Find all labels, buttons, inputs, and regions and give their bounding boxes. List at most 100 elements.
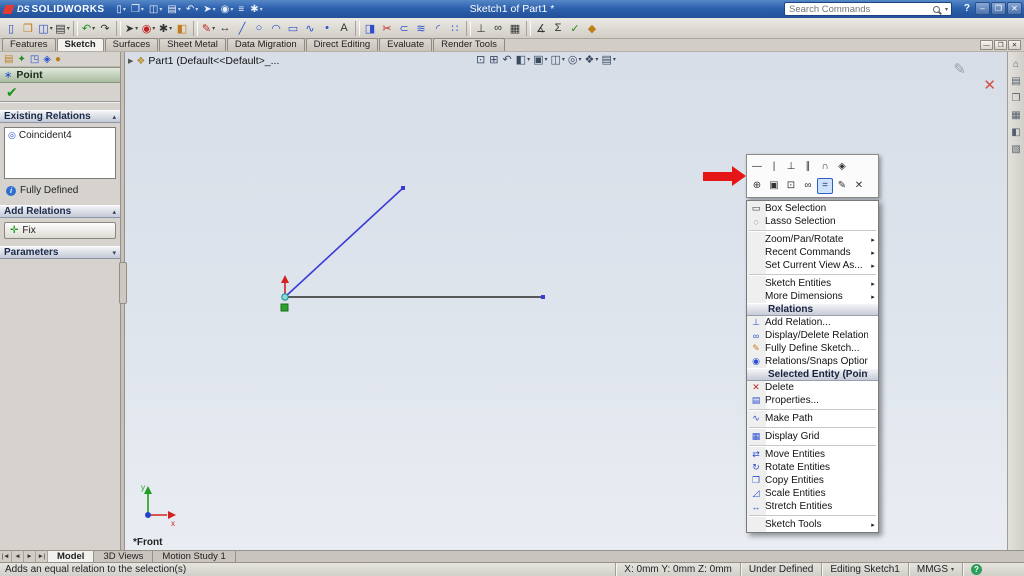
sketch-canvas[interactable]: x y <box>125 52 1024 550</box>
exit-sketch-close-icon[interactable]: ✕ <box>983 76 996 94</box>
custom-properties-icon[interactable]: ▧ <box>1011 144 1020 155</box>
parameters-header[interactable]: Parameters ▾ <box>0 246 120 259</box>
save-icon[interactable]: ◫▾ <box>147 2 164 17</box>
zoom-area-icon[interactable]: ⊡ <box>783 178 799 194</box>
add-relation-icon[interactable]: ⊥ <box>473 19 490 38</box>
search-commands-box[interactable]: ▾ <box>784 2 952 16</box>
sketch-line-diagonal[interactable] <box>285 188 403 297</box>
select-icon[interactable]: ➤▾ <box>123 19 140 38</box>
search-icon[interactable] <box>933 6 940 13</box>
context-menu-item[interactable]: ▭ Box Selection <box>747 202 878 215</box>
open-file-icon[interactable]: ❐ <box>20 19 37 38</box>
ribbon-tab[interactable]: Sketch <box>57 38 104 51</box>
line-icon[interactable]: ╱ <box>234 19 251 38</box>
context-menu-item[interactable]: ❐ Copy Entities <box>747 474 878 487</box>
display-style-icon[interactable]: ◫▾ <box>551 53 565 66</box>
rebuild-icon[interactable]: ◉▾ <box>219 2 236 17</box>
featuremanager-tab-icon[interactable]: ▤ <box>4 54 13 65</box>
minimize-button[interactable]: – <box>975 2 990 15</box>
prev-tab-button[interactable]: ◄ <box>12 551 24 562</box>
context-menu-item[interactable]: ⇄ Move Entities <box>747 448 878 461</box>
edit-appearance-icon[interactable]: ❖▾ <box>585 53 599 66</box>
context-menu-item[interactable]: ✎ Fully Define Sketch... <box>747 342 878 355</box>
search-input[interactable] <box>785 4 933 15</box>
previous-view-icon[interactable]: ↶ <box>502 53 512 66</box>
part-tree-label[interactable]: Part1 (Default<<Default>_... <box>148 55 279 67</box>
search-dropdown-icon[interactable]: ▾ <box>945 6 948 13</box>
context-menu-item[interactable]: Set Current View As... ▸ <box>747 259 878 272</box>
context-menu-item[interactable]: ↻ Rotate Entities <box>747 461 878 474</box>
make-equal-icon[interactable]: = <box>817 178 833 194</box>
make-perpendicular-icon[interactable]: ⊥ <box>783 159 799 175</box>
view-palette-icon[interactable]: ▦ <box>1011 110 1020 121</box>
select-icon[interactable]: ➤▾ <box>201 2 217 17</box>
context-menu-item[interactable]: ◌ Lasso Selection <box>747 215 878 228</box>
ribbon-tab[interactable]: Render Tools <box>433 38 505 51</box>
design-library-icon[interactable]: ▤ <box>1011 76 1020 87</box>
configurationmanager-tab-icon[interactable]: ◳ <box>30 54 39 65</box>
graphics-viewport[interactable]: x y *Front ✎ ✕ <box>125 52 1024 550</box>
context-menu-item[interactable]: Sketch Tools ▸ <box>747 518 878 531</box>
file-properties-icon[interactable]: ≡ <box>236 2 247 17</box>
text-icon[interactable]: A <box>336 19 353 38</box>
context-menu-item[interactable]: More Dimensions ▸ <box>747 290 878 303</box>
close-button[interactable]: ✕ <box>1007 2 1022 15</box>
existing-relations-header[interactable]: Existing Relations ▴ <box>0 110 120 123</box>
context-menu-item[interactable]: ⊥ Add Relation... <box>747 316 878 329</box>
delete-icon[interactable]: ✕ <box>851 178 867 194</box>
new-file-icon[interactable]: ▯▾ <box>114 2 128 17</box>
context-menu-item[interactable]: ✕ Delete <box>747 381 878 394</box>
zoom-to-selection-icon[interactable]: ⊕ <box>749 178 765 194</box>
measure-icon[interactable]: ∡ <box>533 19 550 38</box>
dimxpertmanager-tab-icon[interactable]: ◈ <box>43 54 51 65</box>
context-menu-item[interactable]: Recent Commands ▸ <box>747 246 878 259</box>
context-menu-item[interactable]: ↔ Stretch Entities <box>747 500 878 513</box>
first-tab-button[interactable]: |◄ <box>0 551 12 562</box>
make-tangent-icon[interactable]: ∩ <box>817 159 833 175</box>
zoom-area-icon[interactable]: ⊞ <box>489 53 499 66</box>
mass-properties-icon[interactable]: Σ <box>550 19 567 38</box>
rectangle-icon[interactable]: ▭ <box>285 19 302 38</box>
doc-close-button[interactable]: ✕ <box>1008 40 1021 50</box>
print-icon[interactable]: ▤▾ <box>54 19 71 38</box>
options-icon[interactable]: ✱▾ <box>248 2 264 17</box>
document-tab[interactable]: 3D Views <box>94 551 153 562</box>
undo-icon[interactable]: ↶▾ <box>184 2 200 17</box>
make-parallel-icon[interactable]: ∥ <box>800 159 816 175</box>
ribbon-tab[interactable]: Features <box>2 38 56 51</box>
ok-button[interactable]: ✔ <box>6 84 18 101</box>
ribbon-tab[interactable]: Direct Editing <box>306 38 379 51</box>
appearances-scenes-icon[interactable]: ◧ <box>1011 127 1020 138</box>
display-delete-relations-icon[interactable]: ∞ <box>800 178 816 194</box>
fix-relation-button[interactable]: ✛ Fix <box>4 222 116 239</box>
solidworks-resources-icon[interactable]: ⌂ <box>1013 59 1019 70</box>
confirmation-corner-sketch-icon[interactable]: ✎ <box>953 60 966 78</box>
linear-pattern-icon[interactable]: ∷ <box>447 19 464 38</box>
make-horizontal-icon[interactable]: — <box>749 159 765 175</box>
selected-sketch-point[interactable] <box>282 294 288 300</box>
point-icon[interactable]: • <box>319 19 336 38</box>
context-menu-item[interactable]: ▦ Display Grid <box>747 430 878 443</box>
grid-icon[interactable]: ▦ <box>507 19 524 38</box>
tree-expander-icon[interactable]: ▶ <box>128 57 133 65</box>
displaymanager-tab-icon[interactable]: ● <box>55 54 61 65</box>
context-menu-item[interactable]: ◉ Relations/Snaps Options... <box>747 355 878 368</box>
view-orientation-icon[interactable]: ▣▾ <box>533 53 547 66</box>
select-other-icon[interactable]: ▣ <box>766 178 782 194</box>
context-menu-item[interactable]: ∞ Display/Delete Relations... <box>747 329 878 342</box>
relation-list-item[interactable]: ◎ Coincident4 <box>6 129 114 141</box>
convert-entities-icon[interactable]: ⊂ <box>396 19 413 38</box>
edit-color-icon[interactable]: ◧ <box>174 19 191 38</box>
mirror-entities-icon[interactable]: ◨ <box>362 19 379 38</box>
save-icon[interactable]: ◫▾ <box>37 19 54 38</box>
instant3d-icon[interactable]: ◆ <box>584 19 601 38</box>
options-icon[interactable]: ✱▾ <box>157 19 174 38</box>
sketch-icon[interactable]: ✎▾ <box>200 19 217 38</box>
redo-icon[interactable]: ↷ <box>97 19 114 38</box>
trim-entities-icon[interactable]: ✂ <box>379 19 396 38</box>
context-menu-item[interactable]: Sketch Entities ▸ <box>747 277 878 290</box>
spline-icon[interactable]: ∿ <box>302 19 319 38</box>
section-view-icon[interactable]: ◧▾ <box>516 53 530 66</box>
sketch-endpoint[interactable] <box>541 295 545 299</box>
quick-tips-help-icon[interactable]: ? <box>971 564 982 575</box>
